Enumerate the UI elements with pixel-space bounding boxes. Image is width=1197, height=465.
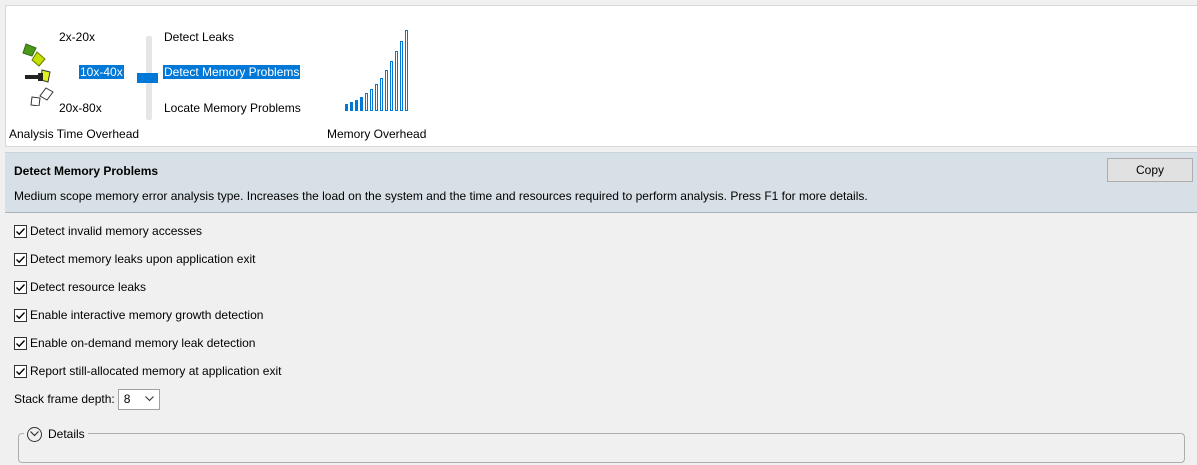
expand-circle-icon (27, 426, 42, 442)
option-invalid-memory-accesses[interactable]: Detect invalid memory accesses (14, 223, 202, 239)
checkmark-icon (16, 255, 26, 263)
copy-button[interactable]: Copy (1107, 158, 1193, 182)
option-resource-leaks[interactable]: Detect resource leaks (14, 279, 146, 295)
checkbox[interactable] (14, 336, 27, 350)
checkbox[interactable] (14, 308, 27, 322)
time-overhead-caption: Analysis Time Overhead (9, 127, 140, 141)
gauge-icon (22, 43, 54, 106)
stack-depth-select[interactable]: 8 (117, 388, 160, 410)
checkmark-icon (16, 367, 26, 375)
checkmark-icon (16, 311, 26, 319)
stack-depth-row: Stack frame depth: 8 (14, 388, 160, 410)
type-locate-memory-problems[interactable]: Locate Memory Problems (164, 101, 301, 115)
checkmark-icon (16, 283, 26, 291)
checkbox[interactable] (14, 280, 27, 294)
option-memory-growth-detection[interactable]: Enable interactive memory growth detecti… (14, 307, 263, 323)
type-detect-leaks[interactable]: Detect Leaks (164, 30, 234, 44)
checkbox[interactable] (14, 224, 27, 238)
level-bottom-label: 20x-80x (59, 101, 102, 115)
checkbox[interactable] (14, 364, 27, 378)
description-panel: Detect Memory Problems Medium scope memo… (5, 152, 1197, 213)
option-still-allocated-memory[interactable]: Report still-allocated memory at applica… (14, 363, 281, 379)
option-label: Detect memory leaks upon application exi… (30, 252, 256, 266)
details-group (18, 433, 1185, 463)
option-label: Enable interactive memory growth detecti… (30, 308, 264, 322)
option-memory-leaks-exit[interactable]: Detect memory leaks upon application exi… (14, 251, 255, 267)
scope-slider-thumb[interactable] (137, 73, 158, 83)
level-top-label: 2x-20x (59, 30, 96, 44)
stack-depth-label: Stack frame depth: (14, 392, 115, 406)
option-on-demand-leak-detection[interactable]: Enable on-demand memory leak detection (14, 335, 255, 351)
checkbox[interactable] (14, 252, 27, 266)
level-middle-label[interactable]: 10x-40x (79, 65, 124, 79)
details-toggle[interactable]: Details (24, 425, 88, 443)
checkmark-icon (16, 227, 26, 235)
stack-depth-value: 8 (123, 392, 131, 406)
memory-overhead-caption: Memory Overhead (327, 127, 427, 141)
details-label: Details (48, 427, 85, 441)
description-title: Detect Memory Problems (14, 164, 159, 178)
option-label: Enable on-demand memory leak detection (30, 336, 256, 350)
description-text: Medium scope memory error analysis type.… (14, 189, 868, 203)
checkmark-icon (16, 339, 26, 347)
memory-overhead-bars-icon (345, 30, 408, 111)
analysis-scope-panel: 2x-20x 10x-40x 20x-80x Detect Leaks Dete… (5, 5, 1197, 147)
chevron-down-icon (30, 431, 39, 437)
option-label: Detect resource leaks (30, 280, 147, 294)
option-label: Detect invalid memory accesses (30, 224, 203, 238)
option-label: Report still-allocated memory at applica… (30, 364, 282, 378)
type-detect-memory-problems[interactable]: Detect Memory Problems (163, 65, 301, 79)
chevron-down-icon (144, 396, 154, 402)
